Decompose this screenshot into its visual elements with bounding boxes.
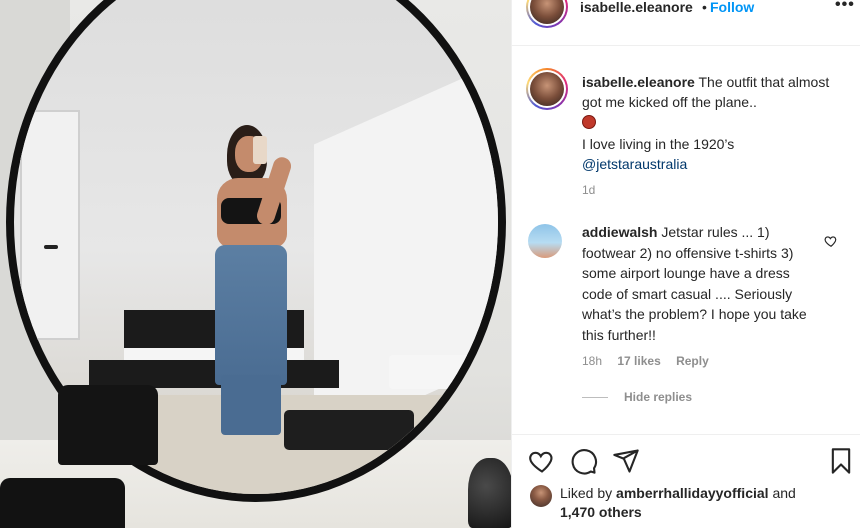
follow-button[interactable]: Follow (710, 0, 754, 15)
post-header: isabelle.eleanore • Follow ••• (512, 0, 860, 46)
more-options-icon[interactable]: ••• (835, 0, 855, 14)
replies-divider (582, 397, 608, 399)
person-legs (221, 375, 281, 435)
post-photo[interactable] (0, 0, 511, 528)
photo-door (20, 110, 80, 340)
caption-line-2: I love living in the 1920’s (582, 136, 735, 152)
photo-door-knob (44, 245, 58, 249)
separator-dot: • (702, 0, 707, 15)
hide-replies-button[interactable]: Hide replies (582, 390, 692, 404)
author-avatar[interactable] (526, 0, 568, 28)
comment-likes-count[interactable]: 17 likes (617, 354, 660, 368)
caption-timestamp[interactable]: 1d (582, 183, 595, 197)
post-sidebar: isabelle.eleanore • Follow ••• isabelle.… (511, 0, 860, 528)
share-icon[interactable] (612, 447, 640, 475)
commenter-avatar[interactable] (528, 224, 562, 258)
caption-text: isabelle.eleanore The outfit that almost… (582, 72, 842, 174)
photo-person (209, 70, 304, 450)
heart-icon[interactable] (528, 447, 556, 475)
photo-bench (389, 355, 489, 389)
comment-username[interactable]: addiewalsh (582, 224, 657, 240)
reply-button[interactable]: Reply (676, 354, 709, 368)
caption-avatar[interactable] (526, 68, 568, 110)
liked-by-prefix: Liked by (560, 485, 617, 501)
comment-icon[interactable] (570, 447, 598, 475)
likes-others-count[interactable]: 1,470 others (560, 504, 642, 520)
caption-mention-link[interactable]: @jetstaraustralia (582, 156, 687, 172)
person-phone (253, 136, 267, 164)
photo-vase (468, 458, 511, 528)
liked-by-line: Liked by amberrhallidayyofficial and (560, 485, 796, 501)
photo-handbag (58, 385, 158, 465)
photo-quilted-bag (0, 478, 125, 528)
hide-replies-label: Hide replies (624, 390, 693, 404)
comment-body: Jetstar rules ... 1) footwear 2) no offe… (582, 224, 807, 343)
person-jeans (215, 245, 287, 385)
comment-text: addiewalsh Jetstar rules ... 1) footwear… (582, 222, 822, 345)
post-actions: Liked by amberrhallidayyofficial and 1,4… (512, 434, 860, 528)
liker-avatar[interactable] (530, 485, 552, 507)
author-username[interactable]: isabelle.eleanore (580, 0, 693, 15)
bookmark-icon[interactable] (827, 447, 855, 475)
red-devil-emoji-icon (582, 115, 596, 129)
liked-by-and: and (768, 485, 796, 501)
comment-timestamp[interactable]: 18h (582, 354, 602, 368)
liker-username[interactable]: amberrhallidayyofficial (616, 485, 769, 501)
caption-username[interactable]: isabelle.eleanore (582, 74, 695, 90)
comment-like-heart-icon[interactable] (824, 234, 838, 248)
comment-meta: 18h 17 likes Reply (582, 354, 721, 368)
